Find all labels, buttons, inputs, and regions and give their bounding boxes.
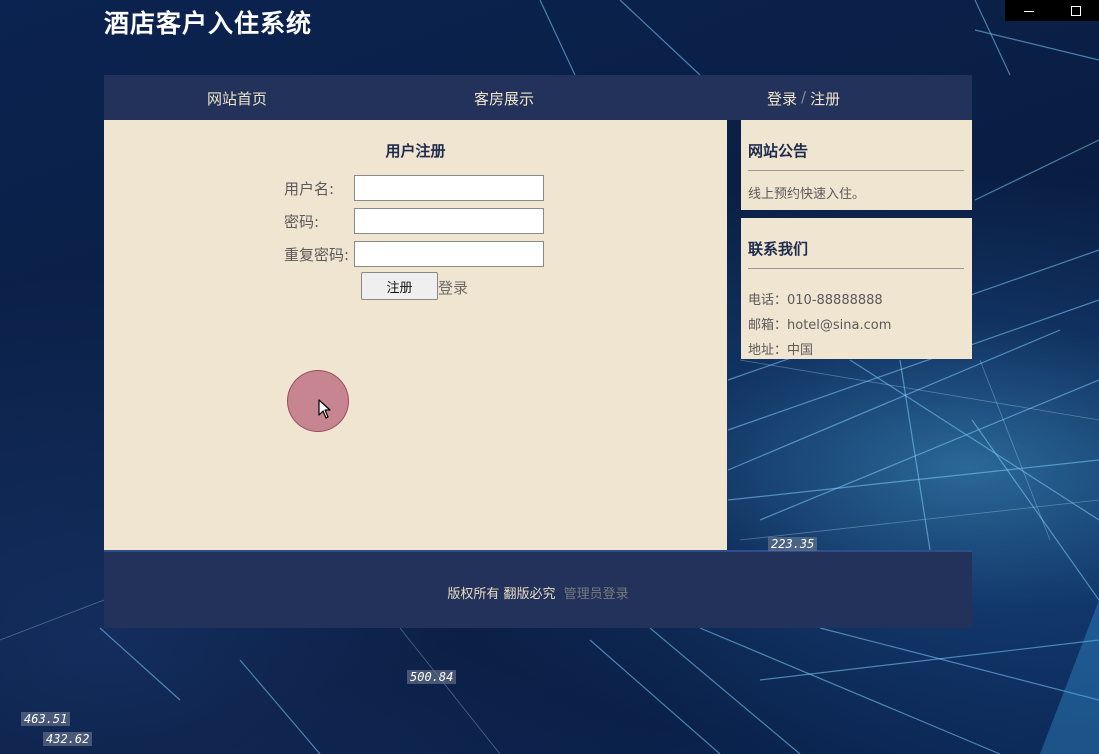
minimize-button[interactable]: [1019, 3, 1039, 19]
register-button[interactable]: 注册: [361, 272, 438, 300]
window-controls: [1005, 0, 1099, 21]
password-row: 密码:: [284, 207, 544, 235]
repeat-password-row: 重复密码:: [284, 240, 544, 268]
nav-login-link[interactable]: 登录: [767, 88, 797, 109]
password-input[interactable]: [354, 208, 544, 234]
maximize-button[interactable]: [1066, 3, 1086, 19]
password-label: 密码:: [284, 212, 320, 231]
nav-home-link[interactable]: 网站首页: [207, 88, 267, 109]
notice-divider: [748, 170, 964, 171]
repeat-password-label: 重复密码:: [284, 245, 350, 264]
notice-title: 网站公告: [748, 142, 809, 160]
admin-login-link[interactable]: 管理员登录: [564, 587, 629, 602]
minimize-icon: [1023, 11, 1034, 12]
notice-text: 线上预约快速入住。: [748, 187, 866, 202]
background-number: 223.35: [768, 537, 818, 551]
contact-address: 地址：中国: [748, 343, 814, 358]
nav-rooms-link[interactable]: 客房展示: [474, 88, 534, 109]
mouse-pointer-icon: [318, 399, 331, 419]
nav-separator: /: [801, 88, 807, 106]
nav-register-link[interactable]: 注册: [810, 88, 840, 109]
footer-copyright: 版权所有 翻版必究: [447, 587, 556, 602]
main-navbar: 网站首页 客房展示 登录 / 注册: [104, 75, 972, 120]
maximize-icon: [1070, 5, 1081, 16]
cursor-highlight: [287, 370, 349, 432]
background-number: 463.51: [21, 712, 71, 726]
register-panel: 用户注册 用户名: 密码: 重复密码: 注册 登录: [104, 120, 727, 550]
background-number: 500.84: [407, 670, 457, 684]
contact-card: 联系我们 电话：010-88888888 邮箱：hotel@sina.com 地…: [741, 218, 972, 359]
contact-title: 联系我们: [748, 240, 809, 258]
contact-divider: [748, 268, 964, 269]
register-title: 用户注册: [385, 142, 446, 160]
login-link[interactable]: 登录: [438, 277, 468, 298]
footer-content: 版权所有 翻版必究 管理员登录: [104, 583, 972, 602]
repeat-password-input[interactable]: [354, 241, 544, 267]
notice-card: 网站公告 线上预约快速入住。: [741, 120, 972, 210]
contact-email: 邮箱：hotel@sina.com: [748, 318, 892, 333]
background-number: 432.62: [43, 732, 93, 746]
nav-auth-group: 登录 / 注册: [767, 88, 840, 109]
site-footer: 版权所有 翻版必究 管理员登录: [104, 550, 972, 628]
site-title: 酒店客户入住系统: [104, 9, 313, 38]
username-row: 用户名:: [284, 174, 544, 202]
username-input[interactable]: [354, 175, 544, 201]
contact-phone: 电话：010-88888888: [748, 293, 883, 308]
username-label: 用户名:: [284, 179, 335, 198]
